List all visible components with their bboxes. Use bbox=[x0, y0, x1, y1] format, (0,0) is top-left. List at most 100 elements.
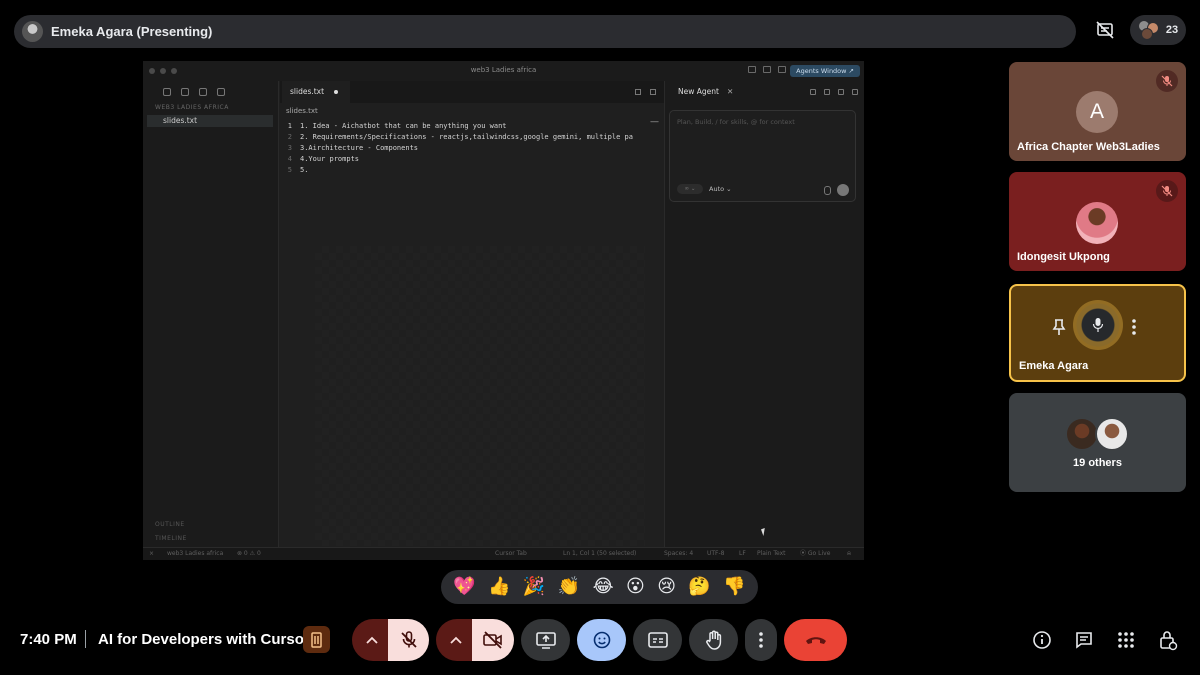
editor-tab: slides.txt bbox=[282, 81, 351, 103]
chat-icon[interactable] bbox=[1072, 628, 1096, 652]
hang-up-icon bbox=[805, 637, 826, 644]
status-cursor-tab: Cursor Tab bbox=[495, 550, 527, 557]
participant-tile[interactable]: Idongesit Ukpong bbox=[1009, 172, 1186, 271]
present-icon bbox=[535, 632, 556, 649]
status-eol: LF bbox=[739, 550, 746, 557]
code-line: 4 4.Your prompts bbox=[287, 155, 360, 163]
avatar: A bbox=[1076, 91, 1118, 133]
agent-panel: New Agent ✕ Plan, Build, / for skills, @ … bbox=[664, 81, 864, 551]
reactions-button[interactable] bbox=[577, 619, 626, 661]
editor-tab-label: slides.txt bbox=[290, 87, 325, 96]
reaction-thumbs-down[interactable]: 👎 bbox=[723, 578, 745, 596]
leave-call-button[interactable] bbox=[784, 619, 847, 661]
others-label: 19 others bbox=[1073, 457, 1122, 469]
camera-toggle[interactable] bbox=[472, 619, 514, 661]
status-problems: ⊗ 0 ⚠ 0 bbox=[237, 550, 261, 557]
participant-tile[interactable]: A Africa Chapter Web3Ladies bbox=[1009, 62, 1186, 161]
explorer-heading: WEB3 LADIES AFRICA bbox=[155, 104, 229, 111]
participant-tile[interactable]: Emeka Agara bbox=[1009, 284, 1186, 382]
mic-off-icon bbox=[400, 631, 417, 648]
status-spaces: Spaces: 4 bbox=[664, 550, 694, 557]
meeting-badge-icon[interactable] bbox=[303, 626, 330, 653]
video-options-button[interactable] bbox=[436, 619, 476, 661]
avatar bbox=[1076, 202, 1118, 244]
meeting-time: 7:40 PM bbox=[20, 631, 77, 648]
pin-icon[interactable] bbox=[1051, 318, 1067, 341]
captions-button[interactable] bbox=[633, 619, 682, 661]
hand-icon bbox=[705, 630, 721, 650]
reaction-laugh[interactable]: 😂 bbox=[593, 578, 614, 596]
activities-icon[interactable] bbox=[1114, 628, 1138, 652]
bell-icon: ⍾ bbox=[847, 550, 851, 557]
code-editor: 1 1. Idea - Aichatbot that can be anythin… bbox=[280, 121, 664, 176]
agent-input: Plan, Build, / for skills, @ for context… bbox=[669, 110, 856, 202]
microphone-toggle[interactable] bbox=[388, 619, 429, 661]
status-encoding: UTF-8 bbox=[707, 550, 725, 557]
reactions-bar: 💖 👍 🎉 👏 😂 😮 😢 🤔 👎 bbox=[441, 570, 758, 604]
presenter-bar[interactable]: Emeka Agara (Presenting) bbox=[14, 15, 1076, 48]
status-bar: ⨯ web3 Ladies africa ⊗ 0 ⚠ 0 Cursor Tab … bbox=[143, 547, 864, 560]
reaction-clap[interactable]: 👏 bbox=[558, 578, 580, 596]
agent-tab: New Agent ✕ bbox=[678, 87, 734, 96]
window-titlebar: web3 Ladies africa Agents Window ↗ bbox=[143, 61, 864, 81]
participant-name: Emeka Agara bbox=[1019, 360, 1089, 372]
outline-label: OUTLINE bbox=[155, 521, 185, 528]
editor-tabbar: slides.txt bbox=[280, 81, 664, 103]
raise-hand-button[interactable] bbox=[689, 619, 738, 661]
reaction-thumbs-up[interactable]: 👍 bbox=[488, 578, 510, 596]
participant-tile-others[interactable]: 19 others bbox=[1009, 393, 1186, 492]
reaction-surprised[interactable]: 😮 bbox=[626, 578, 645, 596]
emoji-icon bbox=[593, 631, 610, 649]
explorer-sidebar: WEB3 LADIES AFRICA slides.txt OUTLINE TI… bbox=[143, 81, 279, 560]
status-language: Plain Text bbox=[757, 550, 786, 557]
code-line: 3 3.Airchitecture - Components bbox=[287, 144, 419, 152]
participants-button[interactable]: 23 bbox=[1130, 15, 1186, 45]
reaction-sad[interactable]: 😢 bbox=[657, 578, 676, 596]
participant-name: Idongesit Ukpong bbox=[1017, 251, 1110, 263]
agent-actions bbox=[810, 89, 858, 95]
agents-window-button: Agents Window ↗ bbox=[790, 65, 860, 77]
divider bbox=[85, 630, 86, 648]
participant-name: Africa Chapter Web3Ladies bbox=[1017, 141, 1160, 153]
participant-count: 23 bbox=[1165, 24, 1179, 36]
status-position: Ln 1, Col 1 (50 selected) bbox=[563, 550, 637, 557]
more-options-button[interactable] bbox=[745, 619, 777, 661]
more-options-icon[interactable] bbox=[1131, 318, 1137, 341]
reaction-thinking[interactable]: 🤔 bbox=[688, 578, 710, 596]
meeting-details-icon[interactable] bbox=[1030, 628, 1054, 652]
reaction-heart[interactable]: 💖 bbox=[453, 578, 475, 596]
audio-options-button[interactable] bbox=[352, 619, 392, 661]
status-workspace: web3 Ladies africa bbox=[167, 550, 224, 557]
transparent-overlay bbox=[315, 246, 645, 546]
presenter-label: Emeka Agara (Presenting) bbox=[51, 24, 213, 39]
code-line: 1 1. Idea - Aichatbot that can be anythin… bbox=[287, 122, 507, 130]
breadcrumb: slides.txt bbox=[286, 107, 318, 115]
layout-icons bbox=[748, 66, 786, 73]
shared-screen: web3 Ladies africa Agents Window ↗ WEB3 … bbox=[143, 61, 864, 560]
code-line: 5 5. bbox=[287, 166, 309, 174]
status-go-live: ⦿ Go Live bbox=[800, 550, 831, 557]
speaking-mic-icon bbox=[1092, 317, 1104, 333]
reaction-party[interactable]: 🎉 bbox=[523, 578, 545, 596]
captions-icon bbox=[647, 632, 668, 648]
tab-actions bbox=[635, 89, 656, 95]
agent-mode: Auto ⌄ bbox=[709, 185, 732, 193]
timeline-label: TIMELINE bbox=[155, 535, 187, 542]
more-vert-icon bbox=[759, 632, 763, 648]
presenter-avatar bbox=[22, 21, 43, 42]
host-controls-icon[interactable] bbox=[1156, 628, 1180, 652]
remote-icon: ⨯ bbox=[149, 550, 155, 557]
present-screen-button[interactable] bbox=[521, 619, 570, 661]
others-avatars bbox=[1065, 417, 1135, 453]
agent-placeholder: Plan, Build, / for skills, @ for context bbox=[677, 118, 795, 126]
mic-off-icon bbox=[1156, 70, 1178, 92]
activity-icons bbox=[143, 81, 278, 96]
code-line: 2 2. Requirements/Specifications - reactj… bbox=[287, 133, 633, 141]
camera-off-icon bbox=[483, 631, 502, 649]
meeting-title: AI for Developers with Cursor bbox=[98, 631, 310, 648]
explorer-file-item: slides.txt bbox=[147, 115, 273, 127]
cast-off-icon[interactable] bbox=[1089, 15, 1121, 45]
attach-icon bbox=[824, 186, 831, 195]
agent-chip: ∞ ⌄ bbox=[677, 184, 703, 194]
participant-avatars bbox=[1137, 20, 1160, 40]
